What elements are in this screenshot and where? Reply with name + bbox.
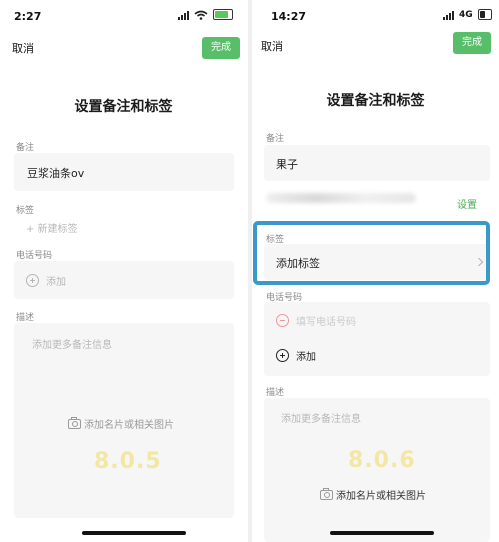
status-time: 2:27 bbox=[14, 10, 42, 23]
status-icons bbox=[178, 9, 233, 20]
blurred-info bbox=[266, 193, 416, 203]
network-type: 4G bbox=[459, 9, 473, 20]
tag-highlight-frame bbox=[253, 221, 490, 285]
camera-icon bbox=[320, 488, 333, 500]
version-watermark: 8.0.6 bbox=[348, 448, 416, 473]
cancel-button[interactable]: 取消 bbox=[12, 40, 34, 56]
phone-section: 填写电话号码 添加 bbox=[264, 302, 490, 376]
version-watermark: 8.0.5 bbox=[94, 449, 162, 474]
remark-label: 备注 bbox=[16, 143, 35, 153]
desc-input[interactable]: 添加更多备注信息 添加名片或相关图片 8.0.5 bbox=[14, 323, 234, 518]
status-time: 14:27 bbox=[271, 10, 307, 23]
plus-circle-icon bbox=[276, 349, 289, 362]
desc-input[interactable]: 添加更多备注信息 8.0.6 添加名片或相关图片 bbox=[264, 398, 490, 542]
desc-label: 描述 bbox=[16, 313, 35, 323]
plus-circle-icon bbox=[26, 274, 39, 287]
cancel-button[interactable]: 取消 bbox=[261, 38, 283, 54]
home-indicator bbox=[82, 531, 186, 535]
remark-label: 备注 bbox=[266, 134, 285, 144]
left-screen: 2:27 取消 完成 设置备注和标签 备注 豆浆油条ov 标签 + 新建标签 电… bbox=[0, 0, 247, 542]
battery-icon bbox=[477, 9, 492, 20]
done-button[interactable]: 完成 bbox=[453, 32, 491, 54]
home-indicator bbox=[330, 531, 434, 535]
add-image-button[interactable]: 添加名片或相关图片 bbox=[84, 416, 174, 431]
phone-add-row[interactable]: 添加 bbox=[14, 261, 234, 299]
done-button[interactable]: 完成 bbox=[202, 37, 240, 59]
new-tag-button[interactable]: + 新建标签 bbox=[26, 220, 78, 235]
status-icons: 4G bbox=[443, 9, 492, 20]
remark-value: 豆浆油条ov bbox=[27, 167, 85, 180]
phone-add-button[interactable]: 添加 bbox=[296, 348, 316, 363]
camera-icon bbox=[68, 417, 81, 429]
remark-input[interactable]: 果子 bbox=[264, 145, 490, 181]
phone-input[interactable]: 填写电话号码 bbox=[296, 313, 356, 328]
desc-label: 描述 bbox=[266, 388, 285, 398]
remark-value: 果子 bbox=[276, 158, 298, 171]
signal-icon bbox=[443, 10, 454, 20]
desc-placeholder: 添加更多备注信息 bbox=[32, 340, 112, 351]
phone-add-label: 添加 bbox=[46, 277, 66, 288]
settings-link[interactable]: 设置 bbox=[457, 196, 477, 211]
add-image-button[interactable]: 添加名片或相关图片 bbox=[336, 487, 426, 502]
wifi-icon bbox=[194, 10, 208, 20]
minus-circle-icon[interactable] bbox=[276, 314, 289, 327]
desc-placeholder: 添加更多备注信息 bbox=[281, 414, 361, 425]
page-title: 设置备注和标签 bbox=[74, 99, 173, 115]
tag-label: 标签 bbox=[16, 206, 35, 216]
signal-icon bbox=[178, 10, 189, 20]
remark-input[interactable]: 豆浆油条ov bbox=[14, 153, 234, 191]
page-title: 设置备注和标签 bbox=[326, 93, 425, 109]
battery-icon bbox=[213, 9, 233, 20]
phone-label: 电话号码 bbox=[16, 251, 53, 261]
